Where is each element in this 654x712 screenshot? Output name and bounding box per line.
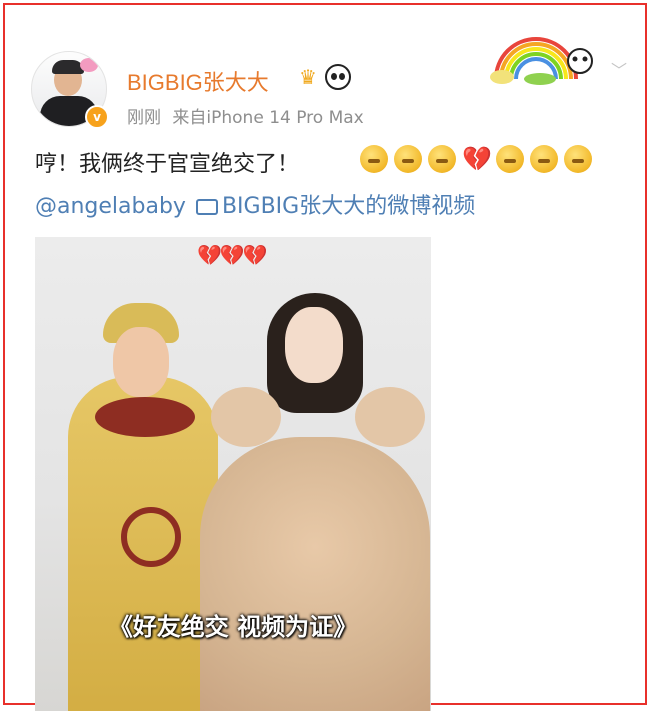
username[interactable]: BIGBIG张大大 xyxy=(127,65,269,97)
post-meta: 刚刚 来自iPhone 14 Pro Max xyxy=(127,103,370,128)
post-time: 刚刚 xyxy=(127,108,161,128)
panda-icon xyxy=(325,64,351,90)
crown-icon: ♛ xyxy=(299,65,317,89)
mention-line: @angelababy BIGBIG张大大的微博视频 xyxy=(35,188,475,220)
rainbow-decoration-icon xyxy=(490,37,593,85)
post-text: 哼！我俩终于官宣绝交了！ xyxy=(35,152,300,177)
video-thumbnail[interactable]: 💔💔💔 《好友绝交 视频为证》 xyxy=(35,237,431,711)
face-emoji-icon xyxy=(360,145,388,173)
face-emoji-icon xyxy=(428,145,456,173)
video-link[interactable]: BIGBIG张大大的微博视频 xyxy=(222,194,475,219)
emoji-row: 💔 xyxy=(360,145,598,177)
broken-heart-emoji-icon: 💔 xyxy=(462,145,492,173)
video-icon xyxy=(195,199,218,215)
face-emoji-icon xyxy=(394,145,422,173)
face-emoji-icon xyxy=(564,145,592,173)
face-emoji-icon xyxy=(496,145,524,173)
mention-link[interactable]: @angelababy xyxy=(35,194,186,219)
chevron-down-icon[interactable]: ﹀ xyxy=(609,63,629,79)
post-card: v BIGBIG张大大 ♛ 刚刚 来自iPhone 14 Pro Max ﹀ 哼… xyxy=(3,3,647,711)
post-source: 来自iPhone 14 Pro Max xyxy=(172,108,364,128)
face-emoji-icon xyxy=(530,145,558,173)
verified-badge-icon: v xyxy=(85,105,109,129)
video-caption: 《好友绝交 视频为证》 xyxy=(108,613,358,641)
overlay-hearts: 💔💔💔 xyxy=(197,243,268,267)
